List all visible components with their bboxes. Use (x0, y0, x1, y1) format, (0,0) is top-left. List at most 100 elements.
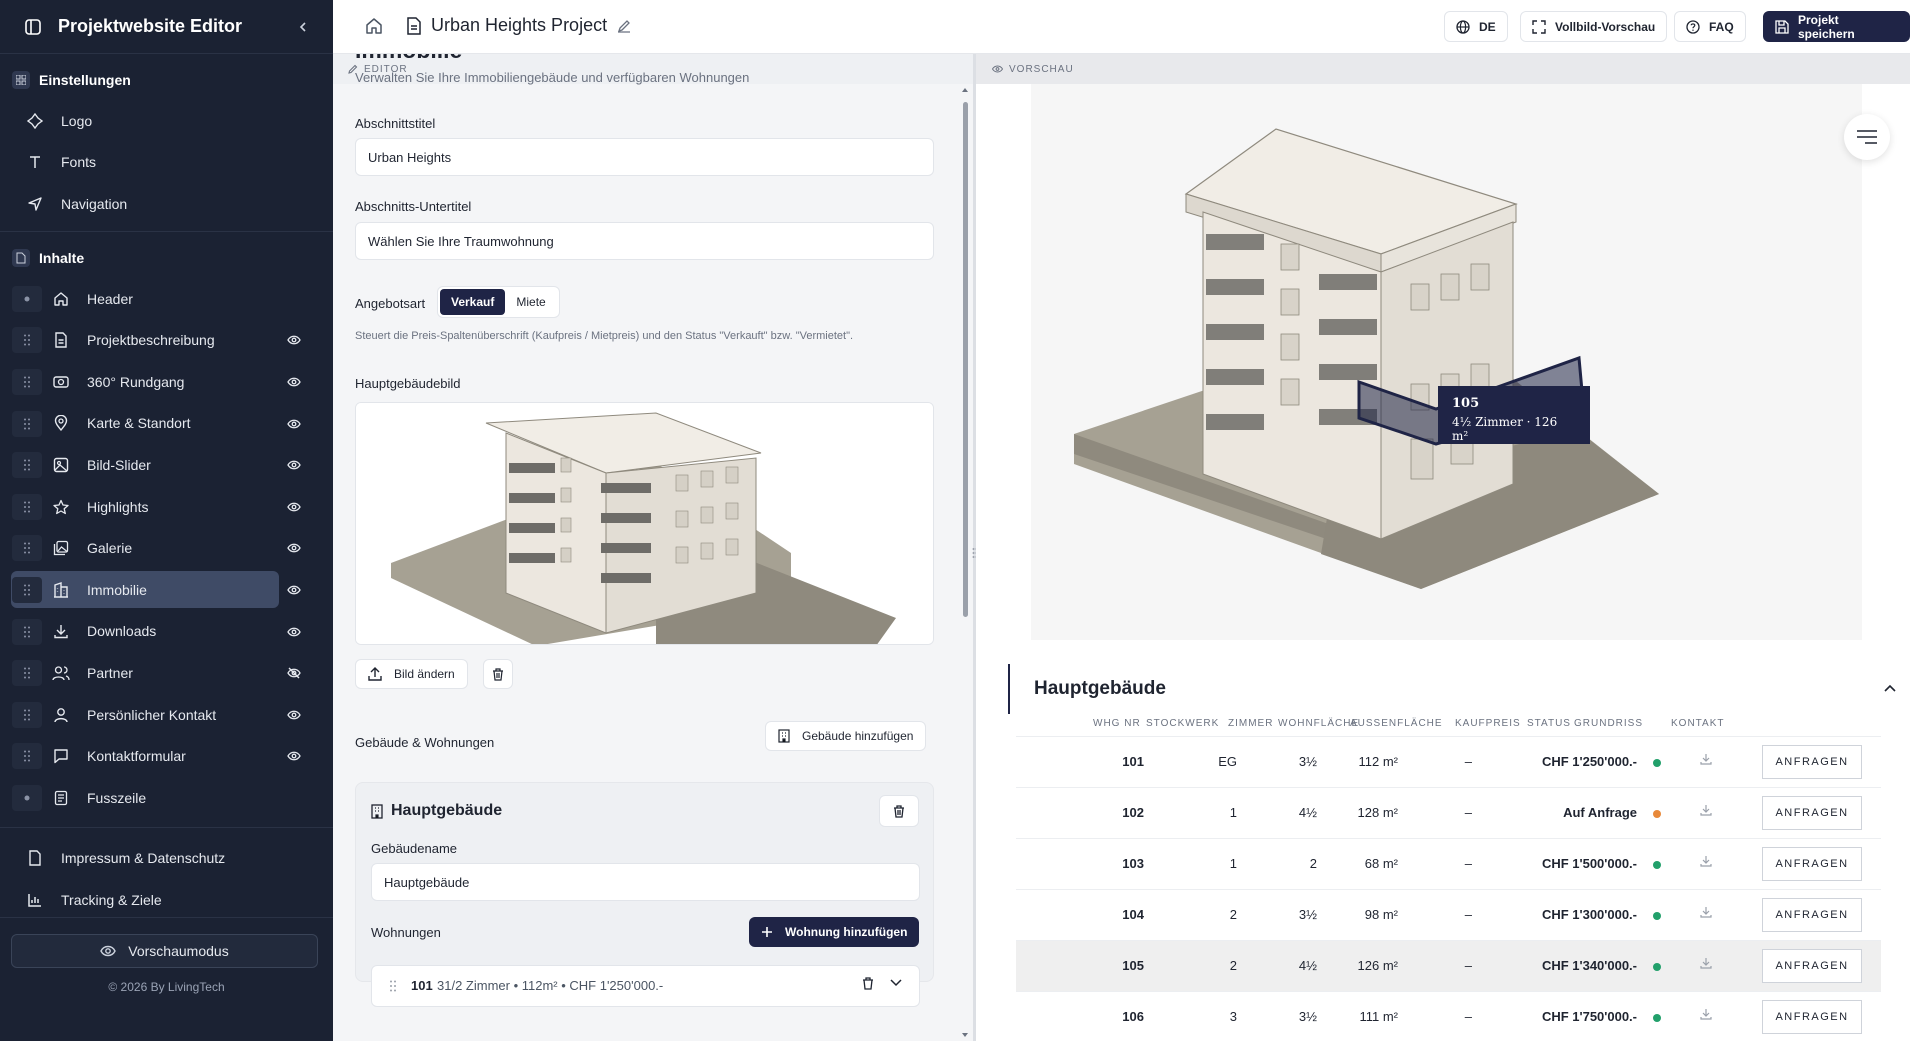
delete-building-button[interactable] (879, 795, 919, 827)
request-button[interactable]: ANFRAGEN (1762, 847, 1862, 881)
unit-row[interactable]: 101 31/2 Zimmer • 112m² • CHF 1'250'000.… (371, 965, 920, 1007)
drag-handle-icon[interactable] (12, 701, 42, 728)
trash-icon[interactable] (862, 977, 874, 990)
sidebar-item-highlights[interactable]: Highlights (0, 486, 333, 528)
sidebar-item-fusszeile[interactable]: Fusszeile (0, 777, 333, 819)
editor-scrollbar[interactable] (961, 84, 969, 1041)
drag-handle-icon[interactable] (12, 660, 42, 687)
fullscreen-preview-button[interactable]: Vollbild-Vorschau (1520, 11, 1668, 42)
sidebar-item-persönlicher-kontakt[interactable]: Persönlicher Kontakt (0, 694, 333, 736)
table-row[interactable]: 104 2 3½ 98 m² – CHF 1'300'000.- ANFRAGEN (1016, 889, 1881, 940)
download-icon[interactable] (1700, 1008, 1712, 1020)
project-title: Urban Heights Project (431, 15, 608, 35)
eye-icon[interactable] (285, 540, 303, 556)
section-title-label: Abschnittstitel (355, 116, 436, 131)
sidebar-item-projektbeschreibung[interactable]: Projektbeschreibung (0, 319, 333, 361)
scrollbar-thumb[interactable] (963, 102, 968, 617)
eye-icon[interactable] (285, 582, 303, 598)
drag-handle-icon[interactable] (12, 535, 42, 562)
unit-outdoor-area: – (1464, 907, 1472, 922)
drag-handle-icon[interactable] (12, 493, 42, 520)
table-row[interactable]: 106 3 3½ 111 m² – CHF 1'750'000.- ANFRAGEN (1016, 991, 1881, 1041)
drag-handle-icon[interactable] (12, 452, 42, 479)
panel-icon[interactable] (20, 14, 46, 40)
building-name-input[interactable]: Hauptgebäude (371, 863, 920, 901)
unit-rooms: 4½ (1298, 958, 1317, 973)
chevron-up-icon[interactable] (1884, 684, 1896, 692)
sidebar-item-navigation[interactable]: Navigation (0, 183, 333, 225)
language-button[interactable]: DE (1444, 11, 1508, 42)
drag-handle-icon[interactable] (390, 980, 396, 992)
download-icon[interactable] (1700, 957, 1712, 969)
download-icon[interactable] (1700, 855, 1712, 867)
sidebar-item-label: Fusszeile (87, 789, 147, 806)
unit-price: CHF 1'300'000.- (1541, 907, 1637, 922)
trash-icon (893, 804, 905, 818)
eye-icon[interactable] (285, 332, 303, 348)
drag-handle-icon[interactable] (12, 368, 42, 395)
drag-handle-icon[interactable] (12, 410, 42, 437)
eye-off-icon[interactable] (285, 665, 303, 681)
sidebar-item-galerie[interactable]: Galerie (0, 527, 333, 569)
section-subtitle-input[interactable]: Wählen Sie Ihre Traumwohnung (355, 222, 934, 260)
sidebar-item-fonts[interactable]: Fonts (0, 142, 333, 184)
sidebar-item-partner[interactable]: Partner (0, 652, 333, 694)
unit-number: 103 (1122, 856, 1144, 871)
drag-handle-icon[interactable] (12, 327, 42, 354)
sidebar-item-360-rundgang[interactable]: 360° Rundgang (0, 361, 333, 403)
sidebar-item-kontaktformular[interactable]: Kontaktformular (0, 735, 333, 777)
menu-button[interactable] (1844, 114, 1890, 160)
table-row[interactable]: 102 1 4½ 128 m² – Auf Anfrage ANFRAGEN (1016, 787, 1881, 838)
offer-option-sale[interactable]: Verkauf (440, 289, 506, 315)
unit-outdoor-area: – (1464, 805, 1472, 820)
table-row[interactable]: 105 2 4½ 126 m² – CHF 1'340'000.- ANFRAGEN (1016, 940, 1881, 991)
eye-icon[interactable] (285, 624, 303, 640)
download-icon[interactable] (1700, 906, 1712, 918)
sidebar-item-tracking[interactable]: Tracking & Ziele (0, 879, 333, 921)
table-row[interactable]: 103 1 2 68 m² – CHF 1'500'000.- ANFRAGEN (1016, 838, 1881, 889)
drag-handle-icon[interactable] (12, 743, 42, 770)
sidebar-item-immobilie[interactable]: Immobilie (0, 569, 333, 611)
sidebar-item-impressum[interactable]: Impressum & Datenschutz (0, 838, 333, 880)
sidebar-item-downloads[interactable]: Downloads (0, 611, 333, 653)
sidebar-item-bild-slider[interactable]: Bild-Slider (0, 444, 333, 486)
add-building-button[interactable]: Gebäude hinzufügen (765, 721, 927, 751)
eye-icon[interactable] (285, 457, 303, 473)
building-icon (52, 581, 70, 599)
home-icon[interactable] (365, 17, 383, 35)
sidebar-item-label: Partner (87, 664, 133, 681)
faq-button[interactable]: FAQ (1674, 11, 1746, 42)
sidebar-item-header[interactable]: Header (0, 278, 333, 320)
request-button[interactable]: ANFRAGEN (1762, 949, 1862, 983)
collapse-sidebar-button[interactable] (291, 15, 315, 39)
change-image-button[interactable]: Bild ändern (355, 659, 468, 689)
table-row[interactable]: 101 EG 3½ 112 m² – CHF 1'250'000.- ANFRAGEN (1016, 736, 1881, 787)
offer-option-rent[interactable]: Miete (505, 289, 556, 315)
eye-icon[interactable] (285, 707, 303, 723)
save-project-button[interactable]: Projekt speichern (1763, 11, 1910, 42)
drag-handle-icon[interactable] (12, 576, 42, 603)
preview-mode-button[interactable]: Vorschaumodus (11, 934, 318, 968)
eye-icon[interactable] (285, 374, 303, 390)
request-button[interactable]: ANFRAGEN (1762, 796, 1862, 830)
eye-icon[interactable] (285, 499, 303, 515)
document-icon (406, 17, 422, 35)
section-title-input[interactable]: Urban Heights (355, 138, 934, 176)
request-button[interactable]: ANFRAGEN (1762, 898, 1862, 932)
drag-handle-icon[interactable] (12, 618, 42, 645)
unit-area: 112 m² (1358, 754, 1399, 769)
eye-icon[interactable] (285, 416, 303, 432)
sidebar-item-karte-standort[interactable]: Karte & Standort (0, 403, 333, 445)
chevron-down-icon[interactable] (890, 979, 902, 987)
eye-icon[interactable] (285, 748, 303, 764)
download-icon[interactable] (1700, 753, 1712, 765)
unit-price: CHF 1'250'000.- (1541, 754, 1637, 769)
request-button[interactable]: ANFRAGEN (1762, 745, 1862, 779)
edit-icon[interactable] (617, 19, 631, 33)
add-unit-button[interactable]: Wohnung hinzufügen (749, 917, 920, 947)
sidebar-item-logo[interactable]: Logo (0, 100, 333, 142)
download-icon[interactable] (1700, 804, 1712, 816)
delete-image-button[interactable] (483, 659, 513, 689)
request-button[interactable]: ANFRAGEN (1762, 1000, 1862, 1034)
status-dot (1653, 759, 1661, 767)
